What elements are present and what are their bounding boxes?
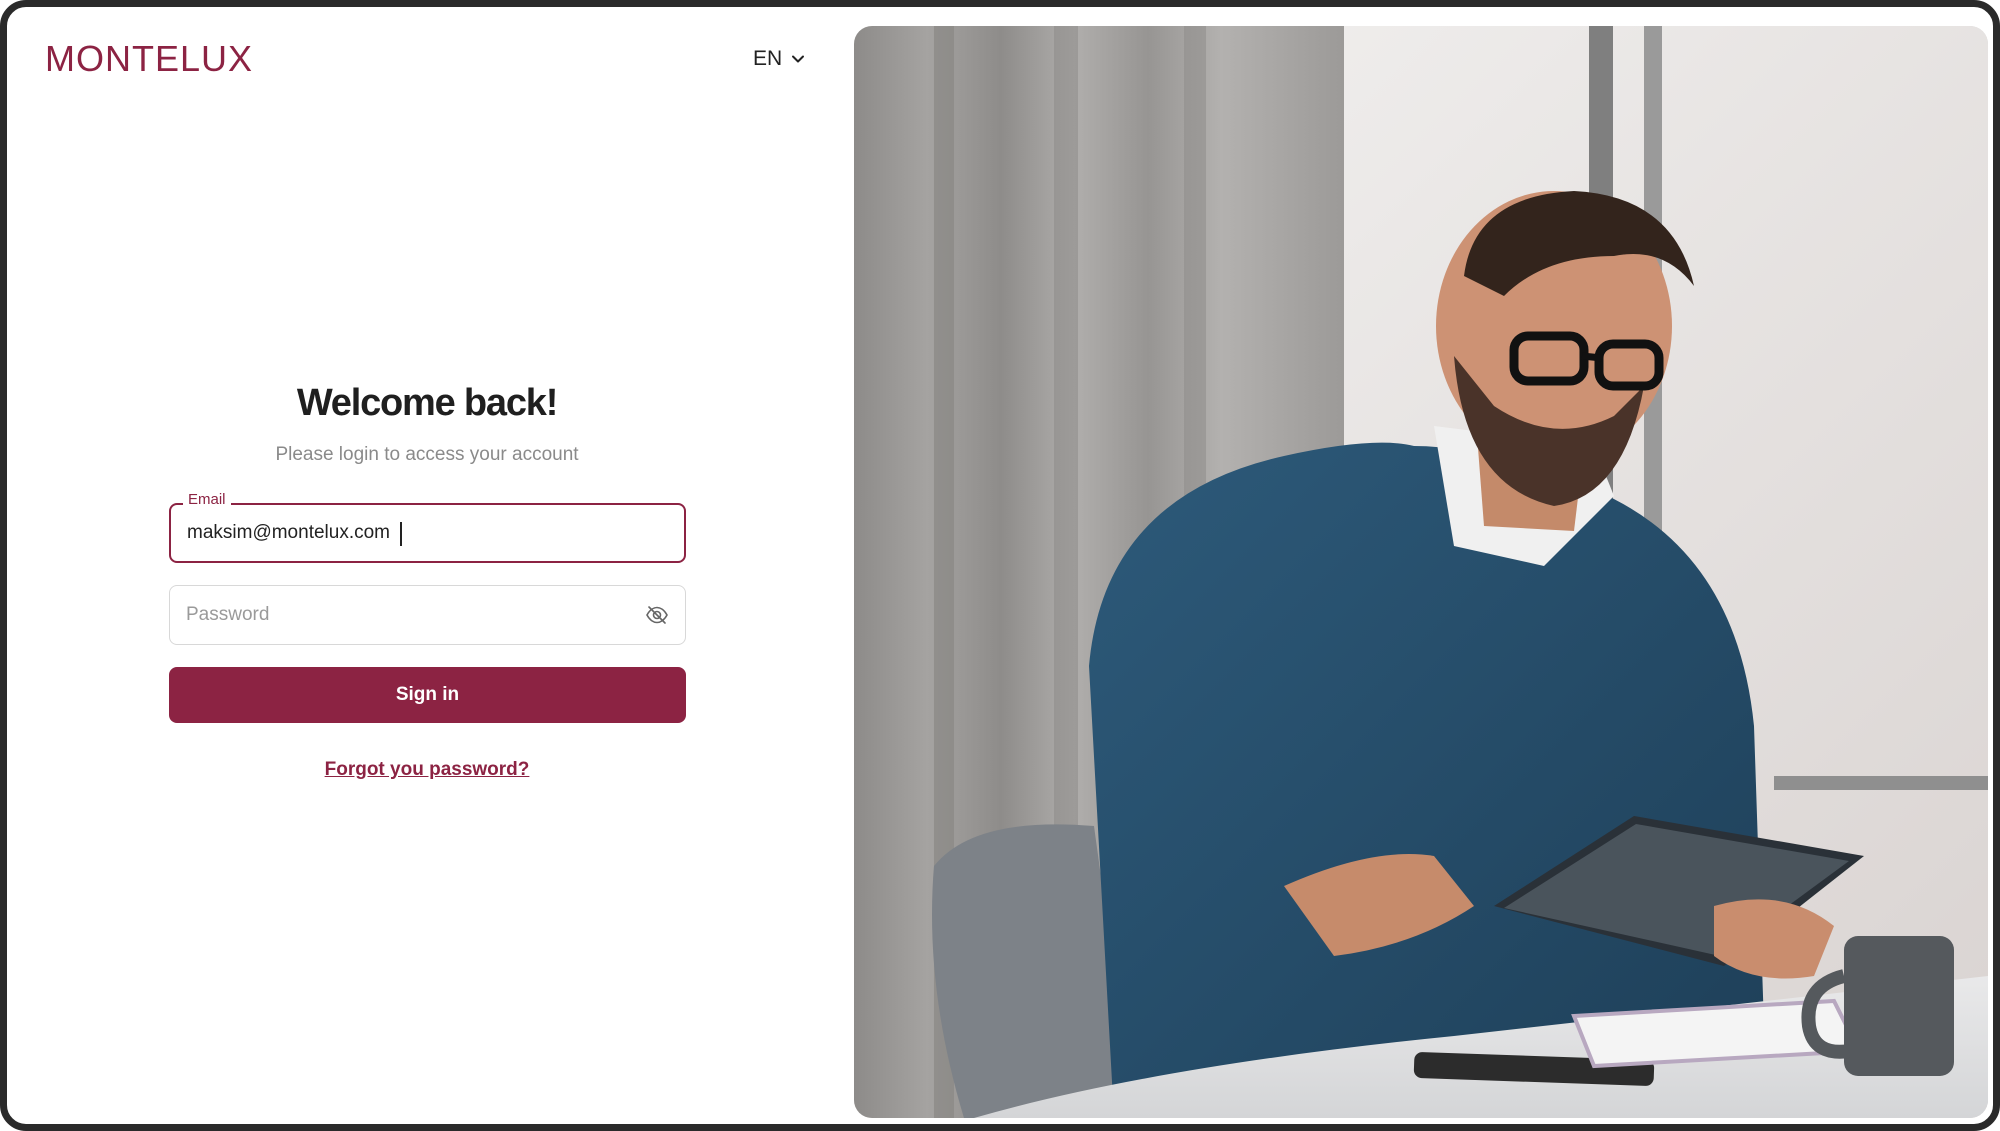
page-subtitle: Please login to access your account (275, 444, 579, 465)
password-input[interactable] (170, 586, 685, 644)
hero-illustration (854, 26, 1988, 1118)
email-field: Email (169, 491, 686, 563)
app-window: MONTELUX EN Welcome back! Please login t… (0, 0, 2000, 1131)
brand-logo: MONTELUX (45, 38, 254, 79)
hero-photo (854, 26, 1988, 1118)
brand-logo-text: MONTELUX (45, 38, 254, 79)
text-caret (400, 522, 402, 546)
eye-off-icon[interactable] (645, 603, 669, 627)
chevron-down-icon (792, 55, 805, 63)
language-selector[interactable]: EN (753, 47, 806, 71)
sign-in-button[interactable]: Sign in (169, 667, 686, 723)
language-label: EN (753, 47, 783, 70)
page-title: Welcome back! (296, 382, 559, 424)
password-field (169, 585, 686, 645)
email-input[interactable] (171, 505, 684, 561)
email-label: Email (183, 491, 231, 508)
forgot-password-link[interactable]: Forgot you password? (167, 759, 687, 781)
